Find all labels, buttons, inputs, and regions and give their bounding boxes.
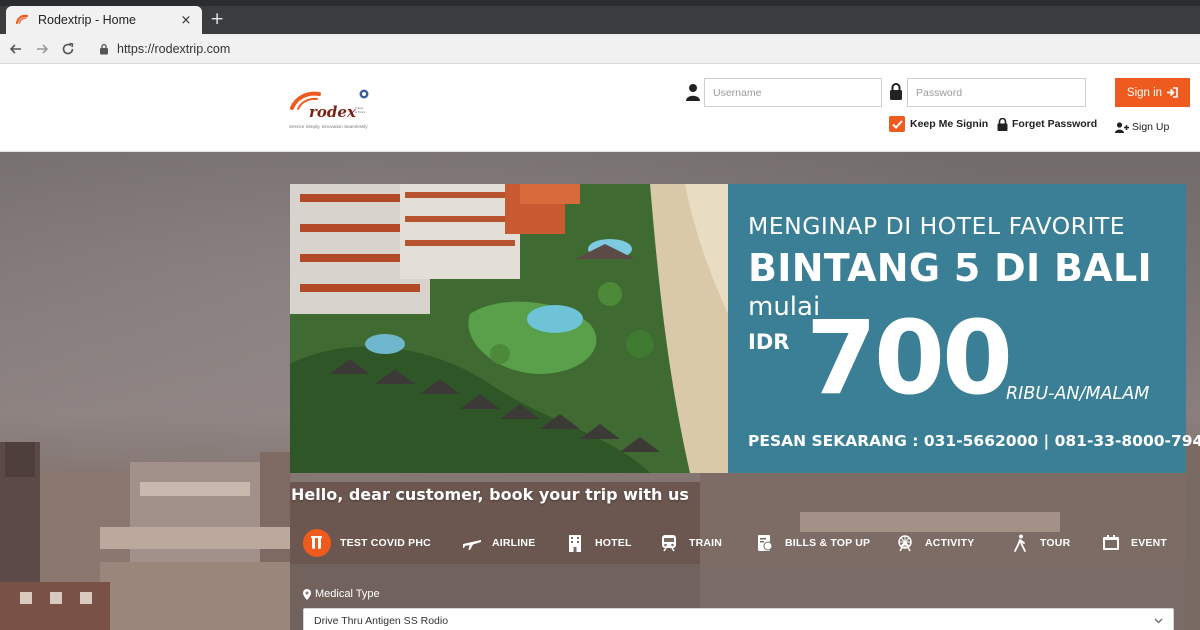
tab-airline[interactable]: AIRLINE — [461, 522, 535, 564]
svg-text:& Tours: & Tours — [355, 110, 366, 114]
tab-label: TEST COVID PHC — [340, 537, 431, 549]
signup-label: Sign Up — [1132, 121, 1170, 133]
tab-label: EVENT — [1131, 537, 1168, 549]
arrow-right-icon — [37, 43, 49, 54]
event-ticket-icon — [1100, 532, 1122, 554]
sign-in-icon — [1167, 87, 1178, 98]
tab-test-covid[interactable]: TEST COVID PHC — [303, 522, 431, 564]
user-icon — [686, 84, 700, 101]
tab-label: HOTEL — [595, 537, 632, 549]
browser-tabstrip: Rodextrip - Home × + — [0, 0, 1200, 34]
booking-form: Medical Type Drive Thru Antigen SS Rodio — [290, 564, 1186, 630]
lock-icon — [890, 83, 902, 100]
address-bar[interactable]: https://rodextrip.com — [117, 42, 230, 56]
medical-type-label-text: Medical Type — [315, 588, 380, 600]
promo-banner[interactable]: MENGINAP DI HOTEL FAVORITE BINTANG 5 DI … — [290, 184, 1200, 473]
rodex-logo-mark-icon: rodex Travel & Tours — [290, 89, 369, 121]
checkmark-icon — [891, 119, 903, 129]
forward-button[interactable] — [29, 36, 55, 62]
new-tab-button[interactable]: + — [210, 9, 224, 29]
airplane-icon — [461, 532, 483, 554]
hotel-icon — [564, 532, 586, 554]
browser-tab[interactable]: Rodextrip - Home × — [6, 6, 202, 34]
tab-label: AIRLINE — [492, 537, 536, 549]
promo-headline: MENGINAP DI HOTEL FAVORITE — [748, 212, 1126, 240]
map-pin-icon — [303, 588, 311, 600]
lock-icon — [997, 117, 1008, 131]
keep-signin-checkbox[interactable] — [889, 116, 905, 132]
resort-photo-image — [290, 184, 728, 473]
tab-event[interactable]: EVENT — [1100, 522, 1167, 564]
rodex-logo[interactable]: rodex Travel & Tours Service Simply, Inn… — [289, 84, 377, 134]
test-tube-icon — [303, 529, 331, 557]
chevron-down-icon — [1154, 616, 1163, 627]
tab-title: Rodextrip - Home — [38, 13, 136, 27]
train-icon — [658, 532, 680, 554]
bills-icon — [754, 532, 776, 554]
tab-label: TRAIN — [689, 537, 723, 549]
site-header: rodex Travel & Tours Service Simply, Inn… — [0, 64, 1200, 152]
medical-type-value: Drive Thru Antigen SS Rodio — [314, 615, 449, 627]
tab-train[interactable]: TRAIN — [658, 522, 722, 564]
keep-signin-label: Keep Me Signin — [910, 118, 989, 130]
forget-password-label: Forget Password — [1012, 118, 1098, 130]
greeting-text: Hello, dear customer, book your trip wit… — [291, 485, 689, 504]
close-tab-icon[interactable]: × — [178, 13, 194, 28]
service-tabs: TEST COVID PHC AIRLINE HOTEL TRAIN BILLS… — [290, 522, 1186, 564]
tab-bills-topup[interactable]: BILLS & TOP UP — [754, 522, 870, 564]
secure-lock-icon — [100, 43, 108, 54]
tab-label: TOUR — [1040, 537, 1071, 549]
signin-button[interactable]: Sign in — [1115, 78, 1190, 107]
forget-password-link[interactable]: Forget Password — [997, 115, 1097, 133]
arrow-left-icon — [9, 43, 21, 54]
svg-text:rodex: rodex — [309, 103, 357, 121]
promo-price: 700 — [806, 299, 1013, 418]
ferris-wheel-icon — [894, 532, 916, 554]
promo-panel: MENGINAP DI HOTEL FAVORITE BINTANG 5 DI … — [728, 184, 1200, 473]
promo-title: BINTANG 5 DI BALI — [748, 246, 1152, 290]
promo-contact: PESAN SEKARANG : 031-5662000 | 081-33-80… — [748, 432, 1200, 450]
rodextrip-favicon-icon — [15, 14, 29, 25]
user-plus-icon — [1115, 121, 1129, 133]
tab-tour[interactable]: TOUR — [1009, 522, 1070, 564]
logo-tagline: Service Simply, Innovation Seamlessly — [289, 124, 368, 129]
tab-label: ACTIVITY — [925, 537, 975, 549]
tab-activity[interactable]: ACTIVITY — [894, 522, 974, 564]
tab-label: BILLS & TOP UP — [785, 537, 871, 549]
medical-type-select[interactable]: Drive Thru Antigen SS Rodio — [303, 608, 1174, 630]
username-input[interactable] — [704, 78, 882, 107]
hotel-aerial-photo — [290, 184, 728, 473]
reload-icon — [62, 42, 74, 54]
medical-type-label: Medical Type — [303, 588, 380, 600]
reload-button[interactable] — [55, 36, 81, 62]
promo-unit: RIBU-AN/MALAM — [1006, 384, 1150, 404]
promo-currency: IDR — [748, 330, 790, 354]
back-button[interactable] — [3, 36, 29, 62]
tab-hotel[interactable]: HOTEL — [564, 522, 632, 564]
hiker-icon — [1009, 532, 1031, 554]
signup-link[interactable]: Sign Up — [1115, 119, 1169, 135]
password-input[interactable] — [907, 78, 1086, 107]
signin-label: Sign in — [1126, 86, 1163, 99]
browser-toolbar: https://rodextrip.com — [0, 34, 1200, 64]
keep-signin-row[interactable]: Keep Me Signin — [889, 115, 988, 133]
